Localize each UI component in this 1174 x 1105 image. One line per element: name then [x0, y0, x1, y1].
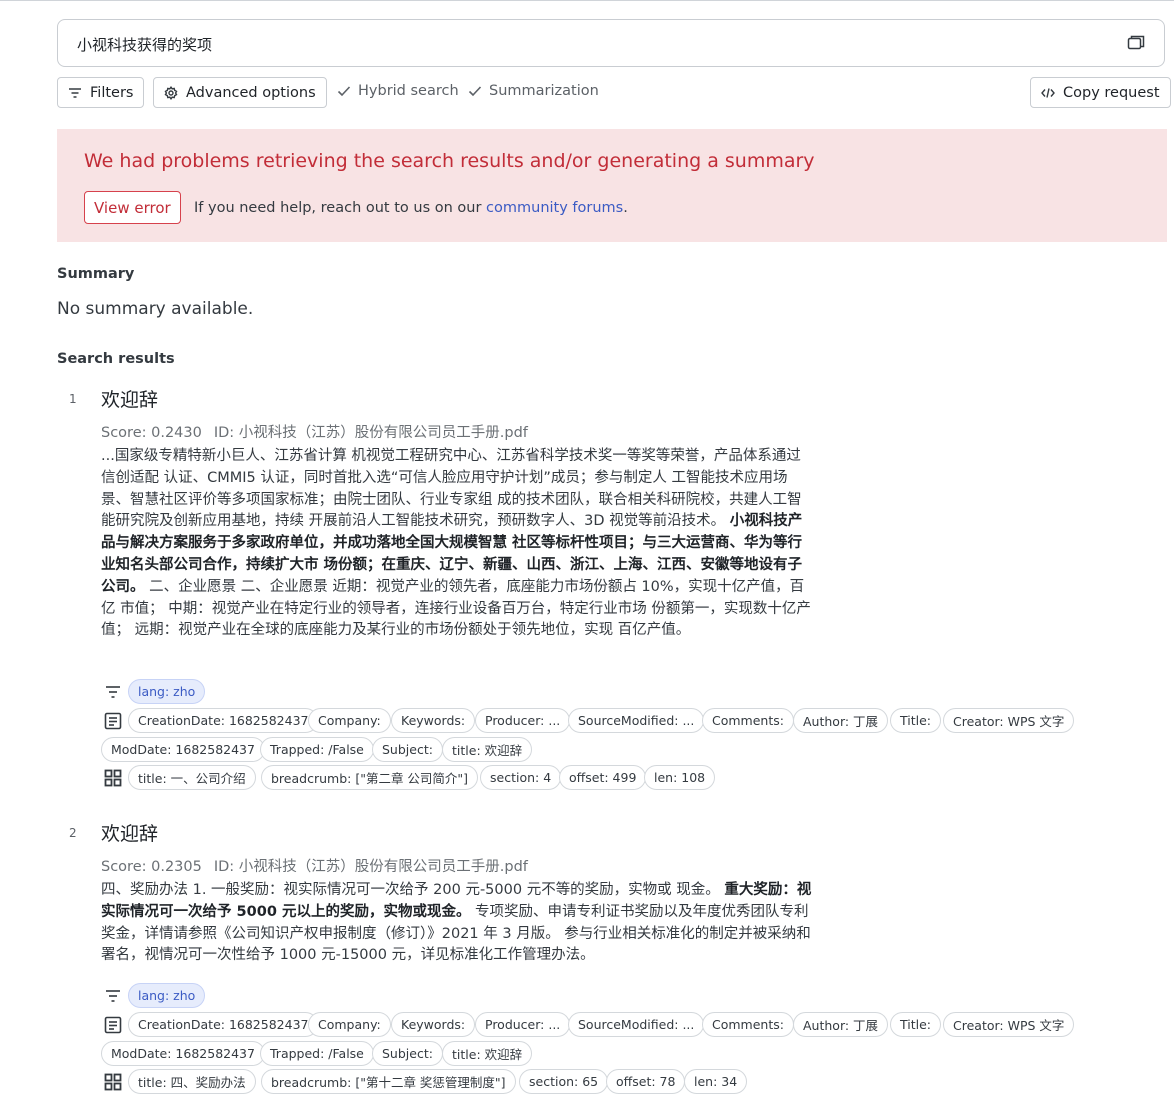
result-meta: Score: 0.2430 ID: 小视科技（江苏）股份有限公司员工手册.pdf [101, 421, 528, 442]
summary-heading: Summary [57, 266, 135, 282]
metadata-tag: SourceModified: ... [568, 1012, 705, 1037]
search-results-heading: Search results [57, 351, 175, 367]
summarization-label: Summarization [489, 83, 599, 99]
checkmark-icon [468, 86, 482, 97]
metadata-tag: Producer: ... [475, 1012, 571, 1037]
metadata-tag: title: 四、奖励办法 [128, 1069, 256, 1094]
metadata-tag: title: 欢迎辞 [442, 1041, 533, 1066]
grid-icon [104, 769, 122, 787]
metadata-tag: breadcrumb: ["第二章 公司简介"] [261, 765, 479, 790]
metadata-tag: Company: [308, 708, 391, 733]
help-text: If you need help, reach out to us on our… [194, 200, 628, 216]
metadata-tag: Title: [890, 1012, 941, 1037]
metadata-tag: section: 65 [519, 1069, 609, 1094]
metadata-tag: Title: [890, 708, 941, 733]
result-title[interactable]: 欢迎辞 [101, 819, 158, 846]
result-snippet: ...国家级专精特新小巨人、江苏省计算 机视觉工程研究中心、江苏省科学技术奖一等… [101, 446, 813, 642]
metadata-tag: Author: 丁展 [793, 1012, 889, 1037]
filters-button[interactable]: Filters [57, 77, 145, 108]
metadata-tag: Comments: [702, 1012, 794, 1037]
metadata-tag: Creator: WPS 文字 [943, 708, 1075, 733]
copy-request-label: Copy request [1063, 84, 1160, 101]
error-callout: We had problems retrieving the search re… [57, 129, 1167, 242]
metadata-tag: SourceModified: ... [568, 708, 705, 733]
community-forums-link[interactable]: community forums [486, 200, 623, 216]
metadata-tag: ModDate: 1682582437 [101, 1041, 265, 1066]
grid-icon [104, 1073, 122, 1091]
result-id: ID: 小视科技（江苏）股份有限公司员工手册.pdf [213, 859, 528, 875]
snippet-text: 二、企业愿景 二、企业愿景 近期：视觉产业的领先者，底座能力市场份额占 10%，… [101, 578, 811, 639]
metadata-tag: CreationDate: 1682582437 [128, 708, 319, 733]
view-error-button[interactable]: View error [84, 191, 181, 224]
metadata-tag: Subject: [372, 1041, 443, 1066]
checkmark-icon [337, 86, 351, 97]
lang-tag: lang: zho [128, 983, 206, 1008]
metadata-tag: Author: 丁展 [793, 708, 889, 733]
metadata-tag: CreationDate: 1682582437 [128, 1012, 319, 1037]
result-id: ID: 小视科技（江苏）股份有限公司员工手册.pdf [213, 425, 528, 441]
metadata-tag: title: 欢迎辞 [442, 737, 533, 762]
result-score: Score: 0.2430 [101, 425, 202, 441]
metadata-tag: len: 108 [644, 765, 716, 790]
filter-icon [106, 686, 120, 698]
filter-icon [106, 990, 120, 1002]
filters-label: Filters [90, 84, 134, 101]
result-meta: Score: 0.2305 ID: 小视科技（江苏）股份有限公司员工手册.pdf [101, 855, 528, 876]
result-number: 2 [69, 826, 77, 840]
copy-request-button[interactable]: Copy request [1030, 77, 1171, 108]
snippet-text: ...国家级专精特新小巨人、江苏省计算 机视觉工程研究中心、江苏省科学技术奖一等… [101, 448, 802, 530]
metadata-tag: Keywords: [391, 1012, 476, 1037]
metadata-tag: breadcrumb: ["第十二章 奖惩管理制度"] [261, 1069, 516, 1094]
metadata-tag: title: 一、公司介绍 [128, 765, 256, 790]
metadata-tag: Trapped: /False [260, 1041, 374, 1066]
result-snippet: 四、奖励办法 1. 一般奖励：视实际情况可一次给予 200 元-5000 元不等… [101, 880, 813, 967]
document-icon [104, 1016, 122, 1034]
search-query-text[interactable]: 小视科技获得的奖项 [77, 34, 212, 55]
metadata-tag: Subject: [372, 737, 443, 762]
metadata-tag: Comments: [702, 708, 794, 733]
error-message: We had problems retrieving the search re… [84, 150, 815, 172]
metadata-tag: Trapped: /False [260, 737, 374, 762]
help-prefix: If you need help, reach out to us on our [194, 200, 487, 216]
summarization-toggle[interactable]: Summarization [468, 83, 599, 99]
advanced-options-button[interactable]: Advanced options [153, 77, 327, 108]
metadata-tag: offset: 78 [606, 1069, 686, 1094]
search-query-box[interactable]: 小视科技获得的奖项 [57, 19, 1165, 67]
snippet-text: 四、奖励办法 1. 一般奖励：视实际情况可一次给予 200 元-5000 元不等… [101, 882, 725, 898]
metadata-tag: ModDate: 1682582437 [101, 737, 265, 762]
metadata-tag: section: 4 [480, 765, 562, 790]
lang-tag: lang: zho [128, 679, 206, 704]
filter-icon [69, 87, 81, 98]
metadata-tag: Keywords: [391, 708, 476, 733]
chat-bubbles-icon[interactable] [1126, 33, 1146, 53]
result-title[interactable]: 欢迎辞 [101, 385, 158, 412]
metadata-tag: Company: [308, 1012, 391, 1037]
code-icon [1041, 87, 1055, 98]
metadata-tag: offset: 499 [559, 765, 647, 790]
gear-icon [164, 85, 178, 100]
help-suffix: . [623, 200, 628, 216]
hybrid-search-toggle[interactable]: Hybrid search [337, 83, 459, 99]
summary-text: No summary available. [57, 299, 254, 319]
advanced-options-label: Advanced options [186, 84, 316, 101]
metadata-tag: Producer: ... [475, 708, 571, 733]
result-number: 1 [69, 392, 77, 406]
document-icon [104, 712, 122, 730]
hybrid-search-label: Hybrid search [358, 83, 459, 99]
metadata-tag: Creator: WPS 文字 [943, 1012, 1075, 1037]
result-score: Score: 0.2305 [101, 859, 202, 875]
metadata-tag: len: 34 [684, 1069, 748, 1094]
